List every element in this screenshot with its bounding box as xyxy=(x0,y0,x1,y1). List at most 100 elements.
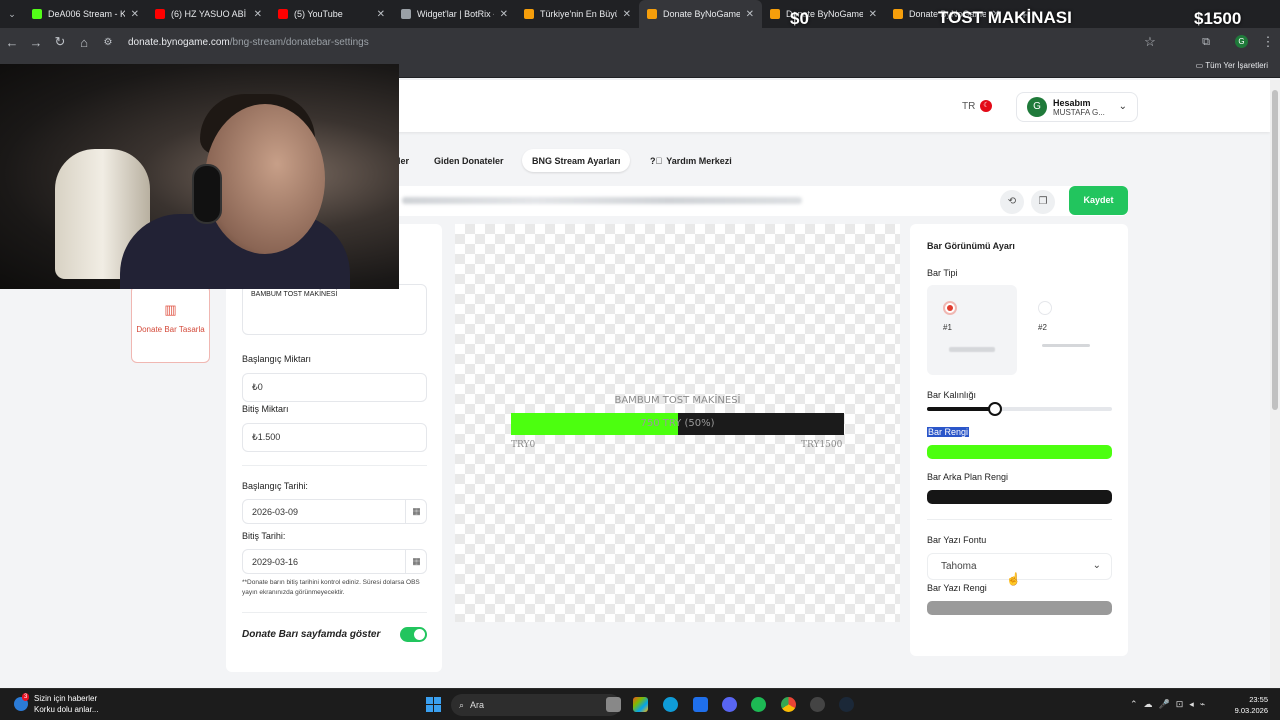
panel-divider xyxy=(927,519,1112,520)
account-avatar: G xyxy=(1027,97,1047,117)
end-date-input[interactable]: 2029-03-16 xyxy=(242,549,427,574)
tab-title: (5) YouTube xyxy=(294,9,343,19)
form-divider xyxy=(242,465,427,466)
language-selector[interactable]: TR ☾ xyxy=(962,100,993,112)
preview-bar-title: BAMBUM TOST MAKİNESİ xyxy=(614,395,741,406)
bar-text-color-swatch[interactable] xyxy=(927,601,1112,615)
tab-close-icon[interactable]: ✕ xyxy=(131,9,139,20)
profile-avatar[interactable]: G xyxy=(1235,35,1248,48)
browser-tab[interactable]: Türkiye'nin En Büyük ✕ xyxy=(516,0,639,28)
save-button[interactable]: Kaydet xyxy=(1069,186,1128,215)
bar-type-option-2[interactable]: #2 xyxy=(1024,285,1114,375)
start-amount-input[interactable]: ₺0 xyxy=(242,373,427,402)
preview-bar-background: 750 TRY (50%) xyxy=(511,413,844,435)
site-info-icon[interactable]: ⚙ xyxy=(96,37,120,48)
bar-title-textarea[interactable]: BAMBUM TOST MAKİNESİ xyxy=(242,284,427,335)
end-amount-input[interactable]: ₺1.500 xyxy=(242,423,427,452)
steam-icon[interactable] xyxy=(839,697,854,712)
nav-item-outgoing-donates[interactable]: Giden Donateler xyxy=(424,149,514,172)
toggle-knob xyxy=(414,629,425,640)
bar-font-label: Bar Yazı Fontu xyxy=(927,535,987,545)
browser-tab[interactable]: (6) HZ YASUO ABİ AH... ✕ xyxy=(147,0,270,28)
browser-tab[interactable]: (5) YouTube ✕ xyxy=(270,0,393,28)
browser-tab[interactable]: Widget'lar | BotRix - ✕ xyxy=(393,0,516,28)
browser-menu-icon[interactable]: ⋮ xyxy=(1256,34,1280,50)
tab-favicon-icon xyxy=(647,9,657,19)
spotify-icon[interactable] xyxy=(751,697,766,712)
bar-bg-color-swatch[interactable] xyxy=(927,490,1112,504)
copilot-icon[interactable] xyxy=(633,697,648,712)
tab-favicon-icon xyxy=(893,9,903,19)
discord-icon[interactable] xyxy=(722,697,737,712)
taskbar-search[interactable]: ⌕ Ara xyxy=(451,694,621,716)
store-icon[interactable] xyxy=(693,697,708,712)
tab-title: DeA006 Stream - Kick xyxy=(48,9,125,19)
mouse-cursor-icon: ☝ xyxy=(1006,572,1021,586)
reload-icon[interactable]: ↻ xyxy=(48,34,72,50)
tab-close-icon[interactable]: ✕ xyxy=(377,9,385,20)
page-scrollbar[interactable] xyxy=(1270,80,1280,688)
sidebar-item-donate-bar-design[interactable]: ▥ Donate Bar Tasarla xyxy=(131,285,210,363)
edge-icon[interactable] xyxy=(663,697,678,712)
browser-tab[interactable]: DeA006 Stream - Kick ✕ xyxy=(24,0,147,28)
help-circle-icon: ?⃝ xyxy=(650,155,663,166)
windows-start-icon[interactable] xyxy=(426,697,441,712)
bar-type-radio-2[interactable] xyxy=(1038,301,1052,315)
tab-close-icon[interactable]: ✕ xyxy=(869,9,877,20)
extensions-puzzle-icon[interactable]: ⧉ xyxy=(1194,36,1218,49)
news-title: Sizin için haberler xyxy=(34,694,98,703)
refresh-link-icon[interactable]: ⟲ xyxy=(1000,190,1024,214)
bar-type-radio-1[interactable] xyxy=(943,301,957,315)
obs-icon[interactable] xyxy=(810,697,825,712)
clock[interactable]: 23:55 9.03.2026 xyxy=(1235,694,1268,716)
chevron-down-icon: ⌄ xyxy=(1118,101,1127,112)
copy-icon[interactable]: ❐ xyxy=(1031,190,1055,214)
tab-list-chevron-icon[interactable]: ⌄ xyxy=(0,9,24,20)
all-bookmarks-link[interactable]: ▭ Tüm Yer İşaretleri xyxy=(1196,61,1268,70)
tab-favicon-icon xyxy=(524,9,534,19)
appearance-title: Bar Görünümü Ayarı xyxy=(927,241,1015,251)
bar-thickness-label: Bar Kalınlığı xyxy=(927,390,977,400)
bar-type-thumbnail xyxy=(1042,344,1090,347)
bar-color-swatch[interactable] xyxy=(927,445,1112,459)
language-code: TR xyxy=(962,100,976,112)
browser-tab[interactable]: Donate ByNoGame ✕ xyxy=(762,0,885,28)
task-view-icon[interactable] xyxy=(606,697,621,712)
preview-bar-max-label: TRY1500 xyxy=(801,440,843,450)
tab-title: Donate ByNoGame xyxy=(663,9,740,19)
tab-title: Widget'lar | BotRix - xyxy=(417,9,494,19)
browser-tab[interactable]: Donate ByNoGame ✕ xyxy=(639,0,762,28)
scrollbar-thumb[interactable] xyxy=(1272,90,1278,410)
calendar-icon[interactable]: ▦ xyxy=(405,499,427,523)
search-icon: ⌕ xyxy=(459,699,465,710)
forward-arrow-icon[interactable]: → xyxy=(24,35,48,50)
url-text[interactable]: donate.bynogame.com/bng-stream/donatebar… xyxy=(128,37,369,48)
account-menu[interactable]: G Hesabım MUSTAFA G... ⌄ xyxy=(1016,92,1138,122)
windows-taskbar: 3 Sizin için haberler Korku dolu anlar..… xyxy=(0,688,1280,720)
tab-close-icon[interactable]: ✕ xyxy=(500,9,508,20)
bookmark-star-icon[interactable]: ☆ xyxy=(1138,34,1162,50)
tab-close-icon[interactable]: ✕ xyxy=(254,9,262,20)
bar-thickness-slider[interactable] xyxy=(927,402,1112,416)
news-widget[interactable]: 3 Sizin için haberler Korku dolu anlar..… xyxy=(14,693,98,715)
chrome-icon[interactable] xyxy=(781,697,796,712)
chevron-down-icon: ⌄ xyxy=(1092,560,1101,571)
bar-type-option-1[interactable]: #1 xyxy=(927,285,1017,375)
nav-item-bng-stream-settings[interactable]: BNG Stream Ayarları xyxy=(522,149,631,172)
bar-text-color-label: Bar Yazı Rengi xyxy=(927,583,987,593)
browser-tab-bar: ⌄ DeA006 Stream - Kick✕(6) HZ YASUO ABİ … xyxy=(0,0,1280,28)
widget-url-blurred xyxy=(402,197,802,204)
end-date-label: Bitiş Tarihi: xyxy=(242,531,286,541)
nav-item-help-center[interactable]: ?⃝ Yardım Merkezi xyxy=(640,149,742,172)
slider-fill xyxy=(927,407,996,411)
back-arrow-icon[interactable]: ← xyxy=(0,35,24,50)
system-tray-icons[interactable]: ⌃☁🎤⊡◂⌁ xyxy=(1130,699,1211,710)
home-icon[interactable]: ⌂ xyxy=(72,35,96,50)
tab-favicon-icon xyxy=(32,9,42,19)
start-date-input[interactable]: 2026-03-09 xyxy=(242,499,427,524)
tab-close-icon[interactable]: ✕ xyxy=(746,9,754,20)
tab-close-icon[interactable]: ✕ xyxy=(623,9,631,20)
show-on-page-toggle[interactable] xyxy=(400,627,427,642)
end-amount-label: Bitiş Miktarı xyxy=(242,404,289,414)
calendar-icon[interactable]: ▦ xyxy=(405,549,427,573)
